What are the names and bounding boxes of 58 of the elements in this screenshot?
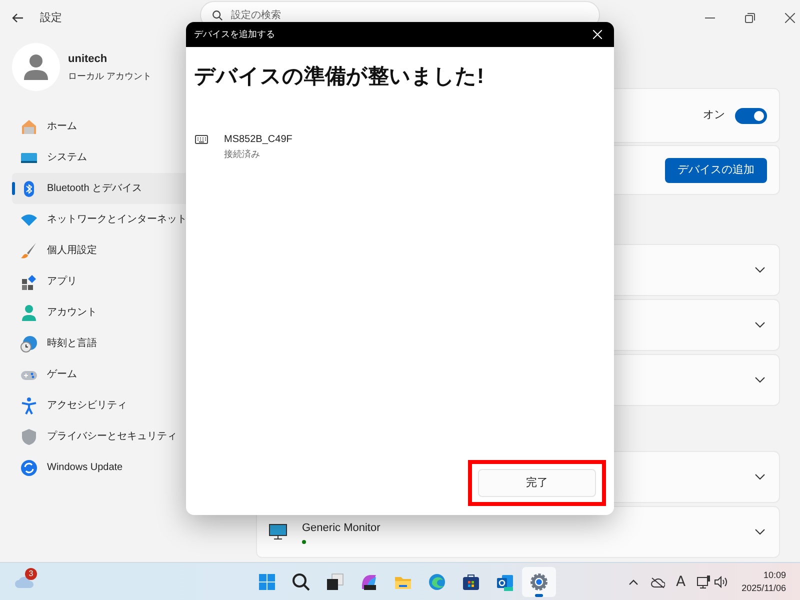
chevron-down-icon[interactable] [755,377,765,383]
taskview-icon [325,572,345,592]
maximize-icon[interactable] [745,13,755,23]
chevron-down-icon[interactable] [755,474,765,480]
account-icon [20,304,38,322]
time-icon [20,334,38,352]
nav-item[interactable]: アプリ [12,266,256,297]
close-icon[interactable] [785,13,795,23]
search-icon [212,10,223,21]
toggle-label: オン [703,108,725,124]
clock-time: 10:09 [763,568,786,582]
nav-item[interactable]: アクセシビリティ [12,390,256,421]
chevron-up-icon[interactable] [629,579,638,585]
back-icon[interactable] [12,12,24,24]
nav-item[interactable]: 時刻と言語 [12,328,256,359]
search-icon [291,572,311,592]
device-status: 接続済み [224,148,261,160]
start-icon [257,572,277,592]
nav-item[interactable]: アカウント [12,297,256,328]
brush-icon [20,242,38,260]
ime-indicator[interactable]: A [676,572,686,592]
chevron-down-icon[interactable] [755,529,765,535]
nav-item[interactable]: ゲーム [12,359,256,390]
window-title: 設定 [40,10,62,26]
volume-icon[interactable] [714,576,728,588]
shield-icon [20,428,38,446]
settings-icon [529,572,549,592]
account-name: unitech [68,52,108,67]
monitor-icon [269,524,287,540]
nav-item[interactable]: プライバシーとセキュリティ [12,421,256,452]
accessibility-icon [20,396,38,414]
update-icon [20,458,38,476]
dialog-heading: デバイスの準備が整いました! [194,64,485,90]
add-device-button[interactable]: デバイスの追加 [665,158,767,182]
bluetooth-toggle[interactable] [735,108,767,124]
outlook-icon [495,572,515,592]
edge-icon [427,572,447,592]
nav-item[interactable]: 個人用設定 [12,235,256,266]
clock-date: 2025/11/06 [742,582,786,595]
network-icon[interactable] [696,575,711,589]
apps-icon [20,272,38,290]
home-icon [20,118,38,136]
done-button[interactable]: 完了 [478,469,596,497]
notification-badge: 3 [25,568,37,580]
account-type: ローカル アカウント [68,70,152,82]
person-icon [23,53,49,81]
copilot-icon [359,572,379,592]
chevron-down-icon[interactable] [755,267,765,273]
device-name: Generic Monitor [302,520,380,536]
weather-icon[interactable] [14,575,36,589]
keyboard-icon [195,134,208,144]
device-name: MS852B_C49F [224,132,292,146]
chevron-down-icon[interactable] [755,322,765,328]
store-icon [461,572,481,592]
cloud-off-icon[interactable] [651,576,666,588]
nav-item[interactable]: Windows Update [12,452,256,483]
dialog-title: デバイスを追加する [194,28,275,41]
nav-item[interactable]: ネットワークとインターネット [12,204,256,235]
